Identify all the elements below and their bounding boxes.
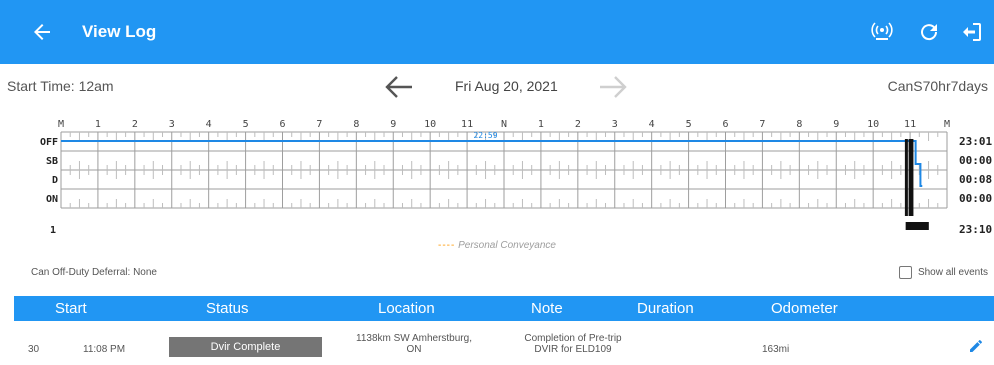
duty-marker-label: 22:59 — [473, 131, 497, 140]
hour-label: N — [501, 119, 507, 130]
row-location-line-2: ON — [406, 344, 422, 355]
status-label: D — [52, 175, 58, 186]
status-total: 00:08 — [959, 173, 992, 186]
row-index: 30 — [28, 344, 40, 355]
header-location: Location — [378, 300, 435, 317]
personal-conveyance-legend: ---- Personal Conveyance — [438, 240, 556, 251]
back-arrow-icon[interactable] — [30, 20, 54, 44]
edit-pencil-icon[interactable] — [968, 338, 984, 354]
show-all-events-toggle[interactable]: Show all events — [898, 266, 988, 279]
row-status-badge: Dvir Complete — [169, 337, 322, 357]
status-label: SB — [46, 156, 58, 167]
hour-label: 5 — [686, 119, 692, 130]
hour-label: 3 — [169, 119, 175, 130]
hour-label: 5 — [243, 119, 249, 130]
off-duty-deferral: Can Off-Duty Deferral: None — [31, 267, 157, 278]
hour-label: 6 — [279, 119, 285, 130]
header-duration: Duration — [637, 300, 694, 317]
header-status: Status — [206, 300, 249, 317]
refresh-icon[interactable] — [917, 20, 941, 44]
hour-label: 9 — [390, 119, 396, 130]
hour-label: 2 — [575, 119, 581, 130]
eld-connection-icon[interactable] — [870, 20, 894, 44]
app-bar: View Log — [0, 0, 994, 64]
next-day-arrow-icon[interactable] — [598, 74, 628, 100]
row-location-line-1: 1138km SW Amherstburg, — [356, 333, 472, 344]
start-time-label: Start Time: 12am — [7, 78, 114, 94]
hour-label: 2 — [132, 119, 138, 130]
row-odometer: 163mi — [762, 344, 790, 355]
hour-label: 10 — [867, 119, 879, 130]
hour-label: 6 — [722, 119, 728, 130]
row-marker: 1 — [50, 225, 56, 236]
log-date-bar: Start Time: 12am Fri Aug 20, 2021 CanS70… — [0, 64, 994, 110]
status-total: 00:00 — [959, 154, 992, 167]
header-start: Start — [55, 300, 87, 317]
header-odometer: Odometer — [771, 300, 838, 317]
event-icon — [905, 222, 912, 230]
row-note-line-2: DVIR for ELD109 — [534, 344, 612, 355]
cycle-rule: CanS70hr7days — [887, 78, 988, 94]
table-row[interactable]: 30 11:08 PM Dvir Complete 1138km SW Amhe… — [14, 329, 994, 365]
header-note: Note — [531, 300, 563, 317]
log-date: Fri Aug 20, 2021 — [455, 78, 558, 94]
legend-label: Personal Conveyance — [458, 240, 556, 251]
show-all-events-checkbox[interactable] — [898, 266, 912, 279]
status-total: 23:01 — [959, 135, 992, 148]
hour-label: 1 — [95, 119, 101, 130]
grand-total: 23:10 — [959, 223, 992, 236]
event-icon — [910, 222, 929, 230]
hour-label: 4 — [206, 119, 212, 130]
hour-label: 7 — [759, 119, 765, 130]
row-note: Completion of Pre-trip DVIR for ELD109 — [513, 333, 633, 355]
hour-label: 4 — [649, 119, 655, 130]
show-all-events-label: Show all events — [917, 267, 988, 278]
events-table-header: Start Status Location Note Duration Odom… — [14, 296, 994, 321]
previous-day-arrow-icon[interactable] — [384, 74, 414, 100]
hour-label: 10 — [424, 119, 436, 130]
hour-label: 8 — [796, 119, 802, 130]
hour-label: 8 — [353, 119, 359, 130]
hour-label: 9 — [833, 119, 839, 130]
page-title: View Log — [82, 22, 157, 41]
hour-label: 3 — [612, 119, 618, 130]
logout-icon[interactable] — [960, 20, 984, 44]
hour-label: 11 — [904, 119, 916, 130]
hour-label: M — [58, 119, 64, 130]
legend-dash: ---- — [438, 240, 456, 251]
status-total: 00:00 — [959, 192, 992, 205]
hour-label: 1 — [538, 119, 544, 130]
row-start-time: 11:08 PM — [83, 344, 126, 355]
status-label: OFF — [40, 137, 58, 148]
hour-label: M — [944, 119, 950, 130]
hour-label: 11 — [461, 119, 473, 130]
row-location: 1138km SW Amherstburg, ON — [350, 333, 478, 355]
hour-label: 7 — [316, 119, 322, 130]
status-label: ON — [46, 194, 58, 205]
row-note-line-1: Completion of Pre-trip — [524, 333, 622, 344]
